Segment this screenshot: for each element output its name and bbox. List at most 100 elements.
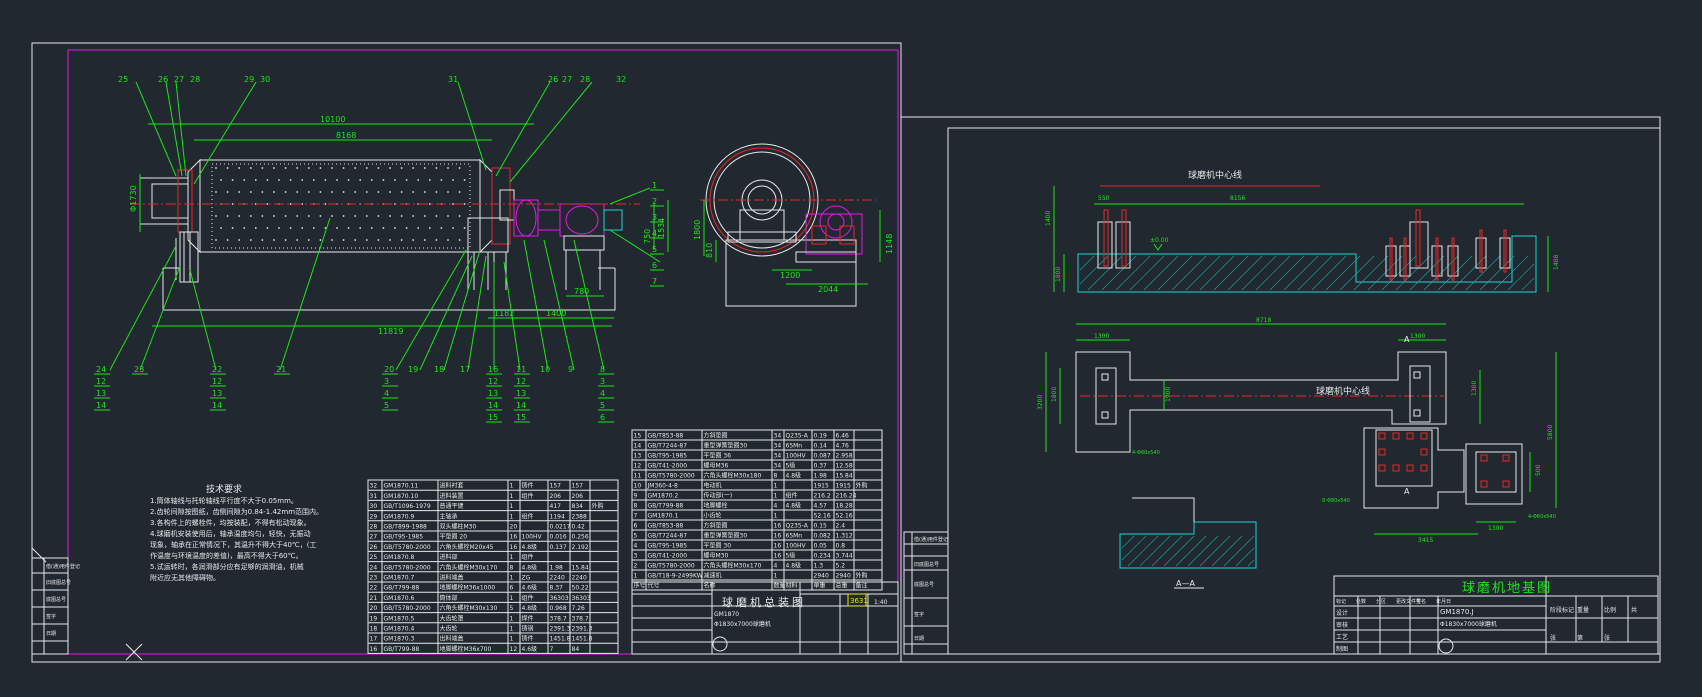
balloon: 11 xyxy=(516,365,526,374)
bom-cell: 7 xyxy=(634,513,638,520)
bom-cell: 2940 xyxy=(814,573,829,580)
bom-cell: 小齿轮 xyxy=(704,512,722,520)
left-drawing-title: 球磨机总装图 xyxy=(722,595,806,609)
bom-cell: GM1870.6 xyxy=(384,595,415,602)
bom-cell: 螺母M30 xyxy=(704,552,729,560)
bom-cell: GB/T5780-2000 xyxy=(384,605,431,612)
cad-drawing-canvas[interactable]: 借(通)用件登记 旧底图总号 底图总号 签字 日期 10100 8168 118… xyxy=(0,0,1702,693)
balloon: 26 xyxy=(158,75,168,84)
dim-plan-c: 3200 xyxy=(1037,395,1044,410)
balloon: 28 xyxy=(580,75,590,84)
balloon: 9 xyxy=(568,365,573,374)
balloon: 12 xyxy=(488,377,498,386)
bom-cell: 22 xyxy=(370,585,378,592)
bom-cell: GM1870.11 xyxy=(384,483,419,490)
left-title-block: 球磨机总装图 Φ1830x7000球磨机 GM1870 1:40 3631 xyxy=(631,581,899,655)
balloon: 14 xyxy=(488,401,498,410)
balloon: 12 xyxy=(516,377,526,386)
bom-cell: 0.968 xyxy=(550,605,567,612)
title-header: 标记 xyxy=(1336,598,1346,605)
bom-cell: 0.137 xyxy=(550,544,567,551)
bom-cell: 15 xyxy=(634,433,642,440)
dim-plan-a: 1300 xyxy=(1094,333,1109,340)
dim-plan-total: 8718 xyxy=(1256,317,1271,324)
bom-cell: 组件 xyxy=(522,553,534,561)
bom-cell: 1 xyxy=(510,513,514,520)
dim-end-w-b: 2044 xyxy=(818,285,838,294)
bom-cell: 8 xyxy=(774,473,778,480)
balloon: 1 xyxy=(652,181,657,190)
right-sheet: 借(通)用件登记 旧底图总号 底图总号 签字 日期 球磨机中心线 550 815… xyxy=(900,116,1661,663)
bom-cell: 4.6级 xyxy=(522,584,538,592)
dim-overall-bottom: 11819 xyxy=(378,327,403,336)
bom-cell: 1194 xyxy=(550,513,565,520)
tech-req-line: 作温度与环境温度的差值)，最高不得大于60℃。 xyxy=(150,551,303,560)
balloon: 27 xyxy=(562,75,572,84)
bom-cell: 0.0217 xyxy=(550,524,571,531)
dim-end-h-a: 1800 xyxy=(693,220,702,240)
bom-cell: GM1870.9 xyxy=(384,513,415,520)
dim-plan-b: 1300 xyxy=(1410,333,1425,340)
bom-table-right: 15 GB/T853-88 方斜垫圈 34 Q235-A 0.19 6.4614 GB/T72… xyxy=(631,429,883,591)
bom-cell: 36303 xyxy=(572,595,591,602)
bom-cell: 12 xyxy=(510,646,518,653)
right-margin-table: 借(通)用件登记 旧底图总号 底图总号 签字 日期 xyxy=(903,531,949,655)
balloon: 13 xyxy=(96,389,106,398)
bom-cell: 3.744 xyxy=(836,553,853,560)
section-hatch xyxy=(1121,535,1255,567)
title-right-label: 张 xyxy=(1604,634,1610,642)
bom-cell: 30 xyxy=(370,503,378,510)
bom-cell: Q235-A xyxy=(786,523,809,530)
balloon: 23 xyxy=(134,365,144,374)
bom-cell: GB/T5780-2000 xyxy=(384,564,431,571)
balloon: 24 xyxy=(96,365,106,374)
bom-cell: Q235-A xyxy=(786,433,809,440)
tech-req-line: 3.各构件上的螺栓件，均按装配，不得有松动现象。 xyxy=(150,518,311,527)
balloon: 12 xyxy=(212,377,222,386)
bom-cell: 4.8级 xyxy=(522,563,538,571)
bom-cell: 1.98 xyxy=(814,473,828,480)
foundation-plan: 球磨机中心线 8718 1300 1300 3200 1800 1900 580… xyxy=(1037,317,1557,544)
bom-cell: 8 xyxy=(510,564,514,571)
bom-cell: 外购 xyxy=(592,502,604,510)
bom-cell: 1 xyxy=(510,615,514,622)
bom-cell: GM1870.5 xyxy=(384,615,415,622)
bom-cell: 铸件 xyxy=(522,482,534,490)
bom-cell: 0.256 xyxy=(572,534,589,541)
balloon: 15 xyxy=(488,413,498,422)
title-row: 工艺 xyxy=(1336,633,1348,641)
dim-top-e: 1408 xyxy=(1553,255,1560,270)
bom-cell: GM1870.1 xyxy=(648,513,679,520)
bom-cell: GB/T799-88 xyxy=(384,585,420,592)
bom-cell: 32 xyxy=(370,483,378,490)
tech-req-line: 4.球磨机安装使用后，轴承温度均匀，轻快，无振动 xyxy=(150,529,311,538)
bom-cell: 2388 xyxy=(572,513,587,520)
balloon: 18 xyxy=(434,365,444,374)
centerline-label-top: 球磨机中心线 xyxy=(1188,169,1242,181)
bom-cell: 16 xyxy=(774,553,782,560)
bom-cell: 7 xyxy=(550,646,554,653)
bom-cell: 1 xyxy=(510,493,514,500)
balloon: 29 xyxy=(244,75,254,84)
bom-cell: 4.8级 xyxy=(786,502,802,510)
bom-cell: GB/T18-9-2499KW xyxy=(648,573,703,580)
bom-cell: 六角头螺栓M30x170 xyxy=(704,562,762,570)
left-sheet-tag: 3631 xyxy=(850,597,868,605)
dim-plan-h: 3415 xyxy=(1418,537,1433,544)
balloon: 20 xyxy=(384,365,394,374)
bom-cell: GB/T95-1985 xyxy=(648,453,688,460)
left-sheet: 借(通)用件登记 旧底图总号 底图总号 签字 日期 10100 8168 118… xyxy=(31,42,902,663)
bom-cell: 1 xyxy=(510,554,514,561)
bom-cell: 8.37 xyxy=(550,585,564,592)
balloon: 3 xyxy=(600,377,605,386)
balloon: 5 xyxy=(652,245,657,254)
bom-cell: 157 xyxy=(550,483,562,490)
bom-cell: 16 xyxy=(510,544,518,551)
section-a-a: A—A xyxy=(1119,497,1257,589)
bom-cell: 平垫圈 30 xyxy=(704,542,732,550)
bom-cell: 六角头螺栓M30x130 xyxy=(440,604,498,612)
ball-mill-end-view: 1800 810 1200 2044 1148 xyxy=(693,143,894,307)
bom-cell: 4.8级 xyxy=(786,472,802,480)
bom-cell: 0.234 xyxy=(814,553,831,560)
balloon: 4 xyxy=(600,389,605,398)
